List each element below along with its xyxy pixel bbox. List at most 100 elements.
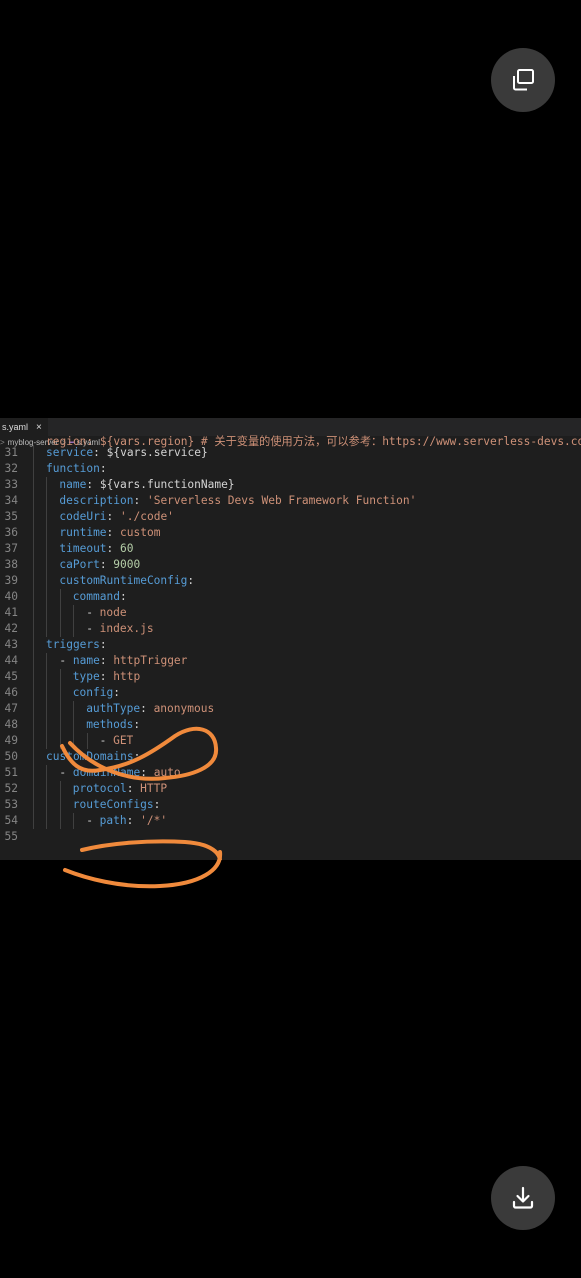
code-editor-screenshot: s.yaml × > myblog-server > ━ s.yaml regi… bbox=[0, 418, 581, 860]
line-number: 53 bbox=[4, 798, 18, 811]
code-line: 35 codeUri: './code' bbox=[0, 509, 581, 525]
code-text: - GET bbox=[99, 734, 134, 747]
code-text: customRuntimeConfig: bbox=[59, 574, 195, 587]
indent-guide bbox=[73, 733, 75, 749]
indent-guide bbox=[46, 653, 48, 669]
line-number: 43 bbox=[4, 638, 18, 651]
indent-guide bbox=[59, 781, 61, 797]
indent-guide bbox=[33, 669, 34, 685]
indent-guide bbox=[59, 813, 61, 829]
indent-guide bbox=[59, 621, 61, 637]
indent-guide bbox=[59, 797, 61, 813]
code-line: 47 authType: anonymous bbox=[0, 701, 581, 717]
indent-guide bbox=[33, 813, 34, 829]
code-text: caPort: 9000 bbox=[59, 558, 141, 571]
indent-guide bbox=[33, 765, 34, 781]
indent-guide bbox=[46, 733, 48, 749]
line-number: 38 bbox=[4, 558, 18, 571]
code-text: customDomains: bbox=[46, 750, 141, 763]
indent-guide bbox=[33, 541, 34, 557]
code-line: 48 methods: bbox=[0, 717, 581, 733]
line-number: 31 bbox=[4, 446, 18, 459]
indent-guide bbox=[46, 509, 48, 525]
code-text: - index.js bbox=[86, 622, 154, 635]
code-line: 40 command: bbox=[0, 589, 581, 605]
code-line: 50 customDomains: bbox=[0, 749, 581, 765]
code-area[interactable]: region: ${vars.region} # 关于变量的使用方法，可以参考：… bbox=[0, 435, 581, 845]
indent-guide bbox=[33, 637, 34, 653]
code-text: timeout: 60 bbox=[59, 542, 134, 555]
code-text: description: 'Serverless Devs Web Framew… bbox=[59, 494, 417, 507]
indent-guide bbox=[33, 781, 34, 797]
indent-guide bbox=[46, 477, 48, 493]
code-line: 43 triggers: bbox=[0, 637, 581, 653]
indent-guide bbox=[33, 701, 34, 717]
indent-guide bbox=[59, 669, 61, 685]
code-text: codeUri: './code' bbox=[59, 510, 174, 523]
code-line: 49 - GET bbox=[0, 733, 581, 749]
line-number: 42 bbox=[4, 622, 18, 635]
code-text: - domainName: auto bbox=[59, 766, 181, 779]
code-text: function: bbox=[46, 462, 107, 475]
code-line: 52 protocol: HTTP bbox=[0, 781, 581, 797]
code-text: authType: anonymous bbox=[86, 702, 215, 715]
indent-guide bbox=[73, 605, 75, 621]
indent-guide bbox=[33, 557, 34, 573]
code-line: 31 service: ${vars.service} bbox=[0, 445, 581, 461]
indent-guide bbox=[33, 589, 34, 605]
code-text: triggers: bbox=[46, 638, 107, 651]
line-number: 47 bbox=[4, 702, 18, 715]
code-line: 45 type: http bbox=[0, 669, 581, 685]
indent-guide bbox=[59, 733, 61, 749]
code-line: 36 runtime: custom bbox=[0, 525, 581, 541]
code-text: config: bbox=[72, 686, 120, 699]
indent-guide bbox=[46, 717, 48, 733]
indent-guide bbox=[46, 813, 48, 829]
indent-guide bbox=[33, 445, 34, 461]
line-number: 41 bbox=[4, 606, 18, 619]
code-text: command: bbox=[72, 590, 127, 603]
indent-guide bbox=[86, 733, 88, 749]
code-line: 37 timeout: 60 bbox=[0, 541, 581, 557]
line-number: 35 bbox=[4, 510, 18, 523]
line-number: 37 bbox=[4, 542, 18, 555]
indent-guide bbox=[59, 605, 61, 621]
line-number: 55 bbox=[4, 830, 18, 843]
indent-guide bbox=[46, 765, 48, 781]
code-text: methods: bbox=[86, 718, 141, 731]
code-line: 53 routeConfigs: bbox=[0, 797, 581, 813]
code-line: 33 name: ${vars.functionName} bbox=[0, 477, 581, 493]
open-in-window-icon bbox=[513, 69, 534, 91]
indent-guide bbox=[33, 509, 34, 525]
code-text: name: ${vars.functionName} bbox=[59, 478, 235, 491]
indent-guide bbox=[46, 669, 48, 685]
indent-guide bbox=[33, 493, 34, 509]
indent-guide bbox=[46, 797, 48, 813]
editor-tab[interactable]: s.yaml × bbox=[0, 418, 48, 436]
code-text: service: ${vars.service} bbox=[46, 446, 208, 459]
download-button[interactable] bbox=[491, 1166, 555, 1230]
code-line: 55 bbox=[0, 829, 581, 845]
indent-guide bbox=[33, 605, 34, 621]
indent-guide bbox=[73, 813, 75, 829]
line-number: 33 bbox=[4, 478, 18, 491]
indent-guide bbox=[33, 573, 34, 589]
line-number: 52 bbox=[4, 782, 18, 795]
open-in-window-button[interactable] bbox=[491, 48, 555, 112]
line-number: 32 bbox=[4, 462, 18, 475]
tab-filename: s.yaml bbox=[2, 422, 29, 432]
line-number: 40 bbox=[4, 590, 18, 603]
indent-guide bbox=[46, 573, 48, 589]
code-line: 46 config: bbox=[0, 685, 581, 701]
indent-guide bbox=[46, 605, 48, 621]
indent-guide bbox=[46, 621, 48, 637]
indent-guide bbox=[59, 717, 61, 733]
indent-guide bbox=[73, 621, 75, 637]
line-number: 44 bbox=[4, 654, 18, 667]
indent-guide bbox=[33, 525, 34, 541]
indent-guide bbox=[33, 461, 34, 477]
code-line: 44 - name: httpTrigger bbox=[0, 653, 581, 669]
indent-guide bbox=[46, 589, 48, 605]
code-line: 39 customRuntimeConfig: bbox=[0, 573, 581, 589]
close-icon[interactable]: × bbox=[36, 422, 42, 433]
